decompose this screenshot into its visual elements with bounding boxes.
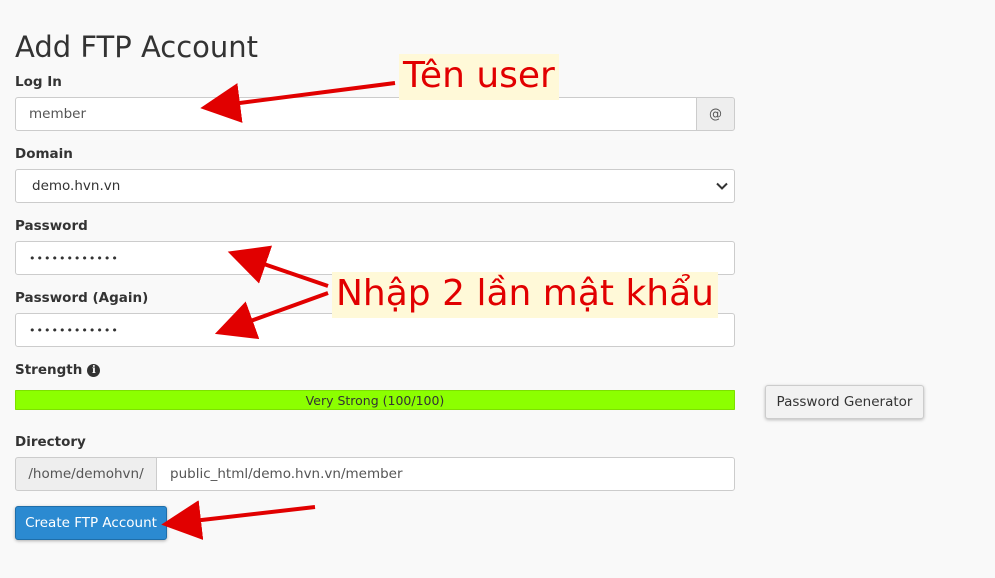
create-ftp-account-button[interactable]: Create FTP Account — [15, 506, 167, 540]
login-label: Log In — [15, 74, 62, 90]
login-input[interactable]: member — [15, 97, 697, 131]
password-generator-button[interactable]: Password Generator — [765, 385, 924, 419]
strength-label: Strength — [15, 362, 83, 378]
page-title: Add FTP Account — [15, 30, 259, 64]
password-again-input[interactable]: •••••••••••• — [15, 313, 735, 347]
strength-label-row: Strength i — [15, 362, 101, 378]
strength-meter: Very Strong (100/100) — [15, 390, 735, 410]
strength-text: Very Strong (100/100) — [305, 392, 445, 408]
info-icon[interactable]: i — [87, 363, 101, 377]
login-input-value: member — [29, 106, 87, 122]
directory-prefix: /home/demohvn/ — [15, 457, 157, 491]
domain-select[interactable]: demo.hvn.vn — [15, 169, 735, 203]
password-label: Password — [15, 218, 88, 234]
password-input[interactable]: •••••••••••• — [15, 241, 735, 275]
chevron-down-icon — [710, 182, 734, 190]
domain-selected-value: demo.hvn.vn — [32, 178, 121, 194]
directory-label: Directory — [15, 434, 86, 450]
domain-label: Domain — [15, 146, 73, 162]
annotation-password: Nhập 2 lần mật khẩu — [332, 272, 718, 318]
annotation-user: Tên user — [399, 54, 559, 100]
password-masked: •••••••••••• — [29, 251, 119, 265]
at-addon: @ — [696, 97, 735, 131]
arrow-to-create — [161, 500, 316, 540]
directory-input[interactable]: public_html/demo.hvn.vn/member — [156, 457, 735, 491]
password-again-masked: •••••••••••• — [29, 323, 119, 337]
password-again-label: Password (Again) — [15, 290, 149, 306]
